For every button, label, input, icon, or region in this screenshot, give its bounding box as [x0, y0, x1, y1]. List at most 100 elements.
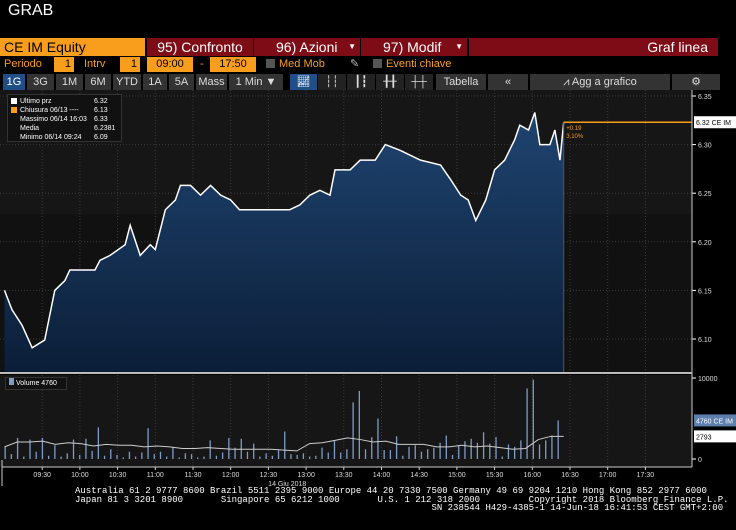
interval-select[interactable]: 1 Min ▼ — [229, 74, 283, 90]
volume-bar — [259, 456, 261, 459]
volume-bar — [458, 445, 460, 459]
volume-bar — [271, 455, 273, 459]
time-tick-label: 15:30 — [486, 472, 504, 479]
volume-bar — [153, 454, 155, 459]
time-tick-label: 12:00 — [222, 472, 240, 479]
chevron-down-icon: ▼ — [455, 42, 463, 51]
legend-value: 6.13 — [94, 107, 108, 114]
legend-row: Massimo 06/14 16:03 6.33 — [11, 115, 118, 124]
checkbox-icon — [373, 59, 382, 68]
add-to-chart-label: Agg a grafico — [571, 76, 637, 88]
key-events-label: Eventi chiave — [386, 58, 452, 70]
legend-label: Media — [20, 125, 40, 132]
range-6m[interactable]: 6M — [85, 74, 111, 90]
price-tick-label: 6.20 — [698, 240, 712, 247]
volume-bar — [10, 454, 13, 459]
interval-input[interactable]: 1 — [120, 57, 140, 72]
volume-tag-label: 4760 CE IM — [696, 418, 733, 425]
footer-line-3: SN 238544 H429-4385-1 14-Jun-18 16:41:53… — [75, 503, 724, 513]
compare-button[interactable]: 95) Confronto — [147, 38, 253, 56]
time-tick-label: 16:00 — [524, 472, 542, 479]
legend-swatch — [11, 125, 17, 131]
change-pct: 3.10% — [566, 134, 584, 140]
legend-label: Chiusura 06/13 ---- — [20, 107, 79, 114]
volume-bar — [35, 451, 37, 459]
volume-bar — [371, 437, 373, 459]
table-button[interactable]: Tabella — [436, 74, 486, 90]
volume-bar — [495, 437, 497, 459]
time-tick-label: 13:30 — [335, 472, 353, 479]
volume-bar — [178, 457, 180, 459]
time-tick-label: 14:00 — [373, 472, 391, 479]
time-tick-label: 09:30 — [33, 472, 51, 479]
volume-bar — [507, 444, 510, 459]
volume-tick-label: 10000 — [698, 376, 718, 383]
range-5a[interactable]: 5A — [169, 74, 194, 90]
volume-bar — [532, 379, 534, 459]
range-1g[interactable]: 1G — [3, 74, 25, 90]
start-time-input[interactable]: 09:00 — [147, 57, 193, 72]
checkbox-icon — [266, 59, 275, 68]
volume-bar — [414, 445, 416, 459]
modify-menu[interactable]: 97) Modif ▼ — [361, 38, 467, 56]
volume-bar — [520, 440, 522, 459]
price-tick-label: 6.15 — [698, 288, 712, 295]
volume-bar — [215, 455, 218, 459]
volume-bar — [16, 437, 19, 459]
range-3g[interactable]: 3G — [27, 74, 54, 90]
range-max[interactable]: Mass — [196, 74, 227, 90]
volume-bar — [302, 453, 305, 459]
pencil-icon[interactable]: ✎ — [350, 57, 359, 72]
volume-bar — [321, 447, 323, 459]
time-tick-label: 17:00 — [599, 472, 617, 479]
range-1a[interactable]: 1A — [143, 74, 167, 90]
ohlc-chart-icon[interactable]: ┆┆ — [318, 74, 346, 90]
volume-bar — [389, 450, 392, 459]
volume-legend-label: Volume 4760 — [16, 380, 57, 387]
volume-bar — [538, 444, 541, 459]
key-events-checkbox[interactable]: Eventi chiave — [373, 57, 451, 72]
time-tick-label: 10:30 — [109, 472, 127, 479]
legend-value: 6.32 — [94, 98, 108, 105]
actions-menu[interactable]: 96) Azioni ▼ — [254, 38, 360, 56]
bar-chart-icon[interactable]: ┃┇ — [347, 74, 375, 90]
add-to-chart-button[interactable]: ⩘ Agg a grafico — [530, 74, 670, 90]
volume-bar — [308, 456, 311, 459]
volume-ma-tag-label: 2793 — [696, 434, 712, 441]
legend-label: Ultimo prz — [20, 98, 52, 105]
moving-avg-checkbox[interactable]: Med Mob — [266, 57, 325, 72]
volume-bar — [470, 438, 472, 459]
volume-bar — [315, 455, 317, 459]
chevron-down-icon: ▼ — [348, 42, 356, 51]
volume-bar — [482, 432, 485, 459]
ticker-input[interactable]: CE IM Equity — [0, 38, 145, 56]
hlc-chart-icon[interactable]: ┼┼ — [405, 74, 433, 90]
chart-type-button[interactable]: Graf linea — [469, 38, 718, 56]
volume-bar — [265, 453, 267, 459]
time-tick-label: 16:30 — [561, 472, 579, 479]
volume-swatch — [9, 378, 14, 385]
volume-bar — [184, 453, 186, 459]
end-time-input[interactable]: 17:50 — [210, 57, 256, 72]
range-1m[interactable]: 1M — [56, 74, 83, 90]
range-ytd[interactable]: YTD — [113, 74, 141, 90]
moving-avg-label: Med Mob — [279, 58, 325, 70]
period-input[interactable]: 1 — [54, 57, 74, 72]
legend-label: Massimo 06/14 16:03 — [20, 116, 87, 123]
volume-bar — [277, 450, 280, 459]
volume-bar — [439, 442, 441, 459]
chart-area[interactable]: 6.35 6.30 6.25 6.20 6.15 6.10 +0.19 3.10% 6.32 C… — [0, 90, 736, 486]
legend-label: Minimo 06/14 09:24 — [20, 134, 82, 141]
volume-bar — [166, 456, 168, 459]
volume-bar — [47, 455, 50, 459]
window-title: GRAB — [8, 2, 54, 19]
volume-bar — [333, 440, 336, 459]
footer: Australia 61 2 9777 8600 Brazil 5511 239… — [75, 487, 729, 513]
candle-chart-icon[interactable]: ╂╂ — [376, 74, 404, 90]
line-chart-icon[interactable]: 📈︎ — [290, 74, 317, 90]
volume-bar — [172, 446, 174, 459]
settings-gear-icon[interactable]: ⚙ — [672, 74, 720, 90]
volume-panel — [0, 375, 692, 467]
time-tick-label: 13:00 — [297, 472, 315, 479]
collapse-button[interactable]: « — [488, 74, 528, 90]
